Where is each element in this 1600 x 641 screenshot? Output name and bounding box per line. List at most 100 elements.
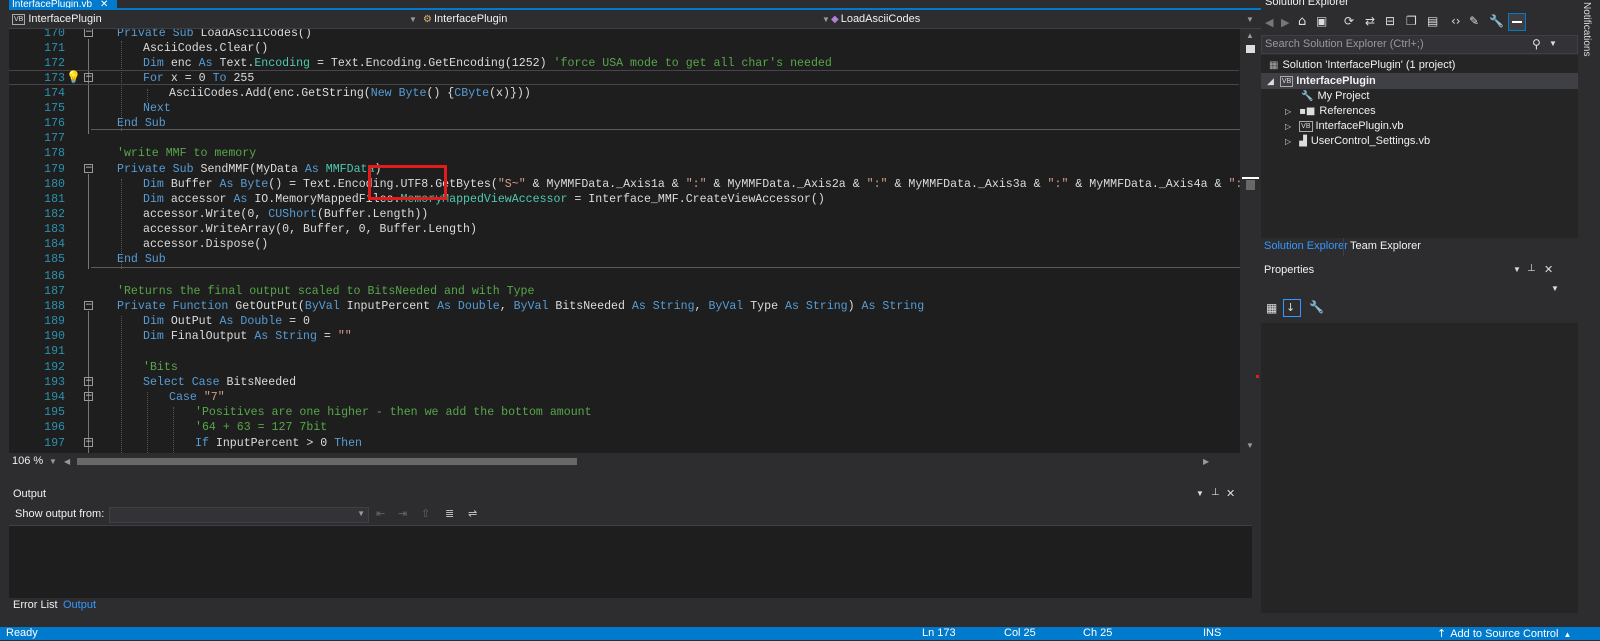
scroll-split-handle[interactable] [1246, 45, 1255, 53]
zoom-level[interactable]: 106 % [12, 455, 43, 467]
line-number: 187 [44, 285, 65, 298]
code-text: '64 + 63 = 127 7bit [195, 421, 328, 434]
code-line: 175 Next [9, 101, 1239, 116]
output-source-combo[interactable]: ▼ [109, 507, 369, 523]
tab-team-explorer[interactable]: Team Explorer [1350, 240, 1421, 252]
chevron-right-icon[interactable]: ▷ [1285, 122, 1291, 131]
code-line: 172 Dim enc As Text.Encoding = Text.Encod… [9, 56, 1239, 71]
tree-item-my-project[interactable]: 🔧 My Project [1301, 88, 1369, 104]
chevron-down-icon[interactable]: ▼ [357, 509, 365, 518]
view-code-icon[interactable]: ‹› [1451, 14, 1461, 28]
tab-output[interactable]: Output [63, 599, 96, 611]
close-icon[interactable]: ✕ [1544, 263, 1553, 276]
clear-all-icon[interactable]: ≣ [445, 507, 454, 520]
status-text: Ready [6, 627, 38, 639]
chevron-down-icon[interactable]: ▼ [822, 11, 830, 28]
alphabetical-icon[interactable]: ↓ [1283, 299, 1301, 317]
categorized-icon[interactable]: ▦ [1266, 301, 1277, 315]
pin-icon[interactable]: ⊥ [1211, 487, 1220, 498]
class-combo-label: InterfacePlugin [433, 13, 508, 25]
word-wrap-icon[interactable]: ⇌ [468, 507, 477, 520]
scroll-left-icon[interactable]: ◀ [64, 457, 70, 466]
member-combo[interactable]: ◆ LoadAsciiCodes [831, 11, 1236, 28]
chevron-down-icon[interactable]: ▼ [1196, 489, 1204, 498]
lightbulb-icon[interactable]: 💡 [66, 70, 81, 84]
upload-icon: ↑ [1437, 627, 1447, 640]
chevron-down-icon[interactable]: ▼ [1551, 284, 1559, 293]
tree-item-interfaceplugin-vb[interactable]: ▷ VB InterfacePlugin.vb [1285, 118, 1404, 134]
wrench-icon[interactable]: 🔧 [1489, 14, 1504, 28]
code-text: Case "7" [169, 391, 225, 404]
home-icon[interactable]: ⌂ [1298, 14, 1306, 29]
solution-search-box[interactable]: Search Solution Explorer (Ctrl+;) ⚲ ▼ [1261, 35, 1578, 54]
chevron-down-icon[interactable]: ▼ [409, 11, 417, 28]
member-combo-label: LoadAsciiCodes [840, 13, 921, 25]
scroll-down-icon[interactable]: ▼ [1246, 441, 1254, 450]
project-combo[interactable]: VB InterfacePlugin [12, 11, 417, 28]
output-toolbar: Show output from: ▼ ⇤ ⇥ ⇧ ≣ ⇌ [9, 504, 1252, 526]
chevron-right-icon[interactable]: ▷ [1285, 137, 1291, 146]
tree-item-references[interactable]: ▷ ▪■ References [1285, 103, 1376, 119]
output-text-area[interactable] [9, 526, 1252, 598]
line-number: 194 [44, 391, 65, 404]
show-output-from-label: Show output from: [15, 508, 105, 520]
find-message-icon[interactable]: ⇤ [376, 507, 385, 520]
properties-toolbar: ▦ ↓ 🔧 [1261, 297, 1578, 321]
chevron-down-icon[interactable]: ▼ [1246, 11, 1254, 28]
tab-solution-explorer[interactable]: Solution Explorer [1264, 240, 1348, 252]
tab-error-list[interactable]: Error List [13, 599, 58, 611]
code-text: AsciiCodes.Clear() [143, 42, 269, 55]
scroll-thumb[interactable] [1246, 180, 1255, 190]
chevron-down-icon[interactable]: ▼ [1549, 39, 1557, 48]
properties-grid[interactable] [1261, 323, 1578, 613]
close-icon[interactable]: ✕ [1226, 487, 1235, 500]
scroll-right-icon[interactable]: ▶ [1203, 457, 1209, 466]
status-char: Ch 25 [1083, 627, 1113, 639]
code-line: 188 Private Function GetOutPut(ByVal Inpu… [9, 299, 1239, 314]
pending-changes-icon[interactable]: ⟳ [1344, 14, 1354, 28]
back-icon[interactable]: ◀ [1265, 16, 1273, 29]
status-bar: Ready Ln 173 Col 25 Ch 25 INS ↑ Add to So… [0, 627, 1600, 640]
code-editor[interactable]: − − − − − − − 170 Private Sub LoadAsciiCo… [9, 29, 1261, 453]
horizontal-scroll-thumb[interactable] [77, 458, 577, 465]
chevron-down-icon[interactable]: ▼ [49, 457, 57, 466]
chevron-right-icon[interactable]: ▷ [1285, 107, 1291, 116]
output-panel-title: Output [13, 488, 47, 500]
refresh-icon[interactable]: ⇄ [1365, 14, 1375, 28]
preview-icon[interactable]: ▤ [1427, 14, 1438, 28]
code-line: 171 AsciiCodes.Clear() [9, 41, 1239, 56]
class-combo[interactable]: ⚙ InterfacePlugin [423, 11, 828, 28]
collapse-all-icon[interactable]: ⊟ [1385, 14, 1395, 28]
sync-icon[interactable]: ▣ [1316, 14, 1327, 28]
code-line: 194 Case "7" [9, 390, 1239, 405]
show-all-files-icon[interactable]: ❐ [1406, 14, 1417, 28]
code-line: 196 '64 + 63 = 127 7bit [9, 420, 1239, 435]
properties-header: Properties ▼ ⊥ ✕ [1261, 262, 1578, 280]
next-message-icon[interactable]: ⇥ [398, 507, 407, 520]
code-text: For x = 0 To 255 [143, 72, 255, 85]
code-line: 184 accessor.Dispose() [9, 237, 1239, 252]
pin-icon[interactable]: ⊥ [1527, 263, 1536, 274]
code-line: 180 Dim Buffer As Byte() = Text.Encoding.… [9, 177, 1261, 192]
notifications-tab[interactable]: Notifications [1581, 2, 1592, 56]
tree-project[interactable]: ◢ VB InterfacePlugin [1261, 73, 1578, 89]
line-number: 181 [44, 193, 65, 206]
zoom-scroll-bar: 106 % ▼ ◀ ▶ [9, 453, 1261, 470]
forward-icon[interactable]: ▶ [1281, 16, 1289, 29]
tree-item-usercontrol-settings[interactable]: ▷ ▟ UserControl_Settings.vb [1285, 133, 1430, 149]
chevron-down-icon[interactable]: ▼ [1513, 265, 1521, 274]
line-number: 184 [44, 238, 65, 251]
source-control-button[interactable]: ↑ Add to Source Control ▲ [1437, 627, 1571, 641]
vertical-scrollbar[interactable]: ▲ ▼ [1240, 29, 1261, 453]
property-pages-icon[interactable]: 🔧 [1309, 300, 1324, 314]
search-icon[interactable]: ⚲ [1532, 37, 1541, 51]
properties-object-combo[interactable]: ▼ [1261, 281, 1578, 297]
code-line: 179 Private Sub SendMMF(MyData As MMFData… [9, 162, 1239, 177]
solution-explorer-toolbar: ◀ ▶ ⌂ ▣ ⟳ ⇄ ⊟ ❐ ▤ ‹› ✎ 🔧 [1261, 12, 1578, 35]
previous-message-icon[interactable]: ⇧ [421, 507, 430, 520]
scroll-up-icon[interactable]: ▲ [1246, 31, 1254, 40]
expand-icon[interactable]: ◢ [1267, 76, 1274, 86]
properties-icon[interactable]: ✎ [1469, 14, 1479, 28]
tree-solution[interactable]: ▦ Solution 'InterfacePlugin' (1 project) [1269, 57, 1455, 73]
pin-icon[interactable] [1508, 13, 1526, 31]
